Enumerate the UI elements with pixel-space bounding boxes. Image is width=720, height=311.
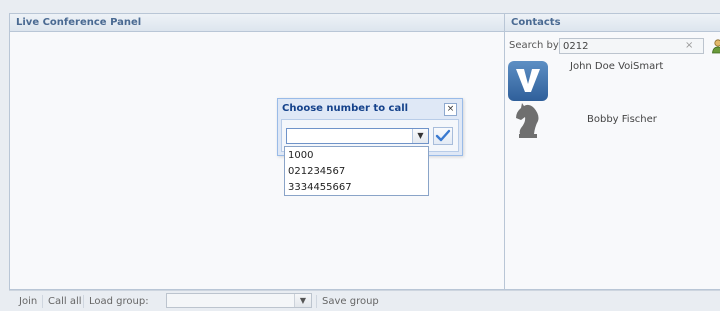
number-option[interactable]: 021234567 <box>288 166 345 177</box>
load-group-label: Load group: <box>89 296 149 307</box>
chevron-down-icon[interactable]: ▼ <box>294 294 311 307</box>
chevron-down-icon[interactable]: ▼ <box>412 129 428 143</box>
toolbar-separator <box>316 295 317 308</box>
save-group-button[interactable]: Save group <box>322 296 379 307</box>
conference-panel-title: Live Conference Panel <box>10 14 504 32</box>
contact-name: Bobby Fischer <box>587 114 657 125</box>
close-icon[interactable]: × <box>444 103 457 116</box>
contacts-search-input[interactable] <box>559 38 704 54</box>
clear-search-icon[interactable]: × <box>685 40 693 51</box>
number-option[interactable]: 1000 <box>288 150 313 161</box>
conference-toolbar: Join Call all Load group: ▼ Save group <box>9 290 720 311</box>
dialog-title: Choose number to call <box>282 103 409 114</box>
number-select[interactable]: ▼ <box>286 128 429 144</box>
number-option[interactable]: 3334455667 <box>288 182 352 193</box>
contacts-panel: Contacts Search by × John Doe VoiSmart <box>504 13 720 290</box>
voismart-logo-avatar <box>507 60 549 102</box>
chess-knight-avatar <box>507 100 549 142</box>
load-group-select[interactable]: ▼ <box>166 293 312 308</box>
contacts-panel-title: Contacts <box>505 14 720 32</box>
add-contact-icon[interactable] <box>711 38 720 54</box>
contact-name: John Doe VoiSmart <box>570 61 664 72</box>
number-dropdown-list: 1000 021234567 3334455667 <box>284 146 429 196</box>
call-all-button[interactable]: Call all <box>48 296 82 307</box>
checkmark-icon <box>435 129 451 142</box>
search-by-label: Search by <box>509 40 559 51</box>
call-button[interactable] <box>433 127 453 145</box>
join-button[interactable]: Join <box>19 296 37 307</box>
toolbar-separator <box>83 295 84 308</box>
toolbar-separator <box>42 295 43 308</box>
